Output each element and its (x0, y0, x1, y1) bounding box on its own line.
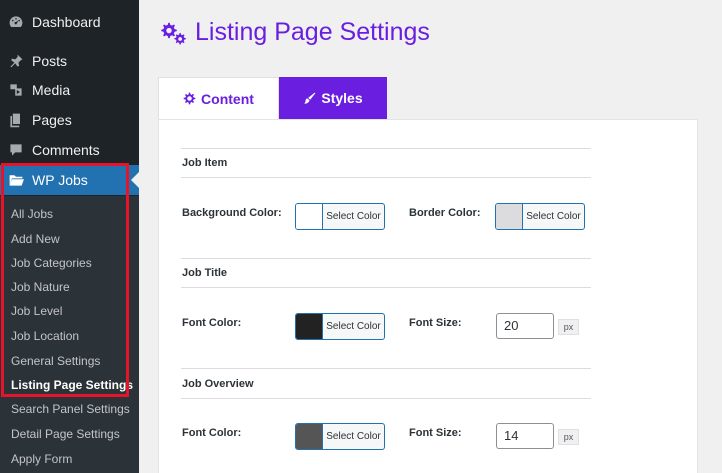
color-swatch (296, 204, 323, 229)
divider (181, 368, 591, 369)
dashboard-icon (8, 14, 24, 30)
menu-item-wp-jobs[interactable]: WP Jobs (0, 165, 139, 195)
background-color-picker-button[interactable]: Select Color (295, 203, 385, 230)
comment-icon (8, 142, 24, 158)
color-swatch (296, 314, 323, 339)
select-color-label: Select Color (326, 211, 381, 222)
menu-label: WP Jobs (32, 172, 88, 188)
border-color-label: Border Color: (409, 207, 481, 219)
job-overview-font-size-label: Font Size: (409, 427, 462, 439)
styles-panel (158, 119, 698, 473)
job-overview-font-color-picker-button[interactable]: Select Color (295, 423, 385, 450)
unit-label: px (558, 429, 579, 445)
job-title-font-color-label: Font Color: (182, 317, 242, 329)
menu-item-pages[interactable]: Pages (0, 105, 139, 135)
color-swatch (496, 204, 523, 229)
menu-item-dashboard[interactable]: Dashboard (0, 7, 139, 37)
menu-item-comments[interactable]: Comments (0, 135, 139, 165)
active-menu-arrow (131, 172, 139, 188)
menu-label: Posts (32, 53, 68, 69)
folder-icon (8, 172, 24, 188)
job-title-font-color-picker-button[interactable]: Select Color (295, 313, 385, 340)
submenu-job-nature[interactable]: Job Nature (11, 280, 70, 294)
menu-item-media[interactable]: Media (0, 75, 139, 105)
job-overview-font-size-input[interactable]: 14 (496, 423, 554, 449)
divider (181, 258, 591, 259)
submenu-apply-form[interactable]: Apply Form (11, 452, 72, 466)
submenu-listing-page-settings[interactable]: Listing Page Settings (11, 378, 133, 392)
submenu-search-panel-settings[interactable]: Search Panel Settings (11, 402, 130, 416)
gears-icon (161, 22, 186, 44)
pages-icon (8, 112, 24, 128)
menu-label: Media (32, 82, 71, 98)
admin-sidebar: Dashboard Posts Media Pages Comments WP … (0, 0, 139, 473)
menu-label: Pages (32, 112, 72, 128)
background-color-label: Background Color: (182, 207, 282, 219)
divider (181, 287, 591, 288)
page-title-text: Listing Page Settings (195, 18, 430, 46)
paintbrush-icon (304, 92, 316, 104)
job-overview-font-color-label: Font Color: (182, 427, 242, 439)
page-title: Listing Page Settings (158, 18, 430, 47)
media-icon (8, 82, 24, 98)
divider (181, 148, 591, 149)
tab-label: Content (201, 90, 254, 107)
menu-label: Comments (32, 142, 100, 158)
select-color-label: Select Color (326, 431, 381, 442)
submenu-job-location[interactable]: Job Location (11, 329, 79, 343)
gear-icon (183, 92, 196, 105)
divider (181, 398, 591, 399)
tab-label: Styles (321, 90, 363, 106)
submenu-job-categories[interactable]: Job Categories (11, 256, 92, 270)
submenu-detail-page-settings[interactable]: Detail Page Settings (11, 427, 120, 441)
color-swatch (296, 424, 323, 449)
select-color-label: Select Color (326, 321, 381, 332)
section-title-job-overview: Job Overview (182, 378, 254, 390)
menu-item-posts[interactable]: Posts (0, 46, 139, 76)
submenu-general-settings[interactable]: General Settings (11, 354, 100, 368)
submenu-add-new[interactable]: Add New (11, 232, 60, 246)
border-color-picker-button[interactable]: Select Color (495, 203, 585, 230)
tab-content[interactable]: Content (158, 77, 279, 119)
section-title-job-item: Job Item (182, 157, 228, 169)
submenu-job-level[interactable]: Job Level (11, 304, 62, 318)
job-title-font-size-label: Font Size: (409, 317, 462, 329)
submenu-all-jobs[interactable]: All Jobs (11, 207, 53, 221)
unit-label: px (558, 319, 579, 335)
divider (181, 177, 591, 178)
section-title-job-title: Job Title (182, 267, 228, 279)
tab-styles[interactable]: Styles (279, 77, 387, 119)
job-title-font-size-input[interactable]: 20 (496, 313, 554, 339)
wp-jobs-submenu: All Jobs Add New Job Categories Job Natu… (0, 196, 139, 473)
select-color-label: Select Color (526, 211, 581, 222)
menu-label: Dashboard (32, 14, 101, 30)
pushpin-icon (8, 53, 24, 69)
